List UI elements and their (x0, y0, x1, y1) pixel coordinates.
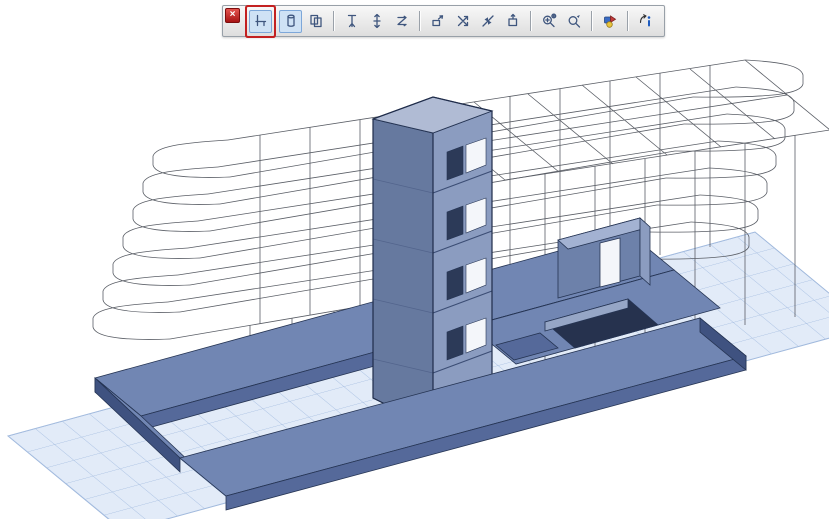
toolbar-separator (591, 11, 592, 31)
info-arrow-icon (638, 13, 654, 29)
magnifier-arrow-icon (566, 13, 582, 29)
column-tool-button[interactable] (279, 10, 302, 33)
toolbar-separator (627, 11, 628, 31)
red-highlight-box (247, 7, 274, 36)
core-wall-return (640, 218, 650, 285)
mirror-tool-button[interactable] (476, 10, 499, 33)
chair-icon (253, 13, 269, 29)
elevate-tool-button[interactable] (365, 10, 388, 33)
vertical-stretch-icon (369, 13, 385, 29)
render-palette-icon (602, 13, 618, 29)
floating-toolbar: × (222, 5, 665, 37)
toolbar-separator (419, 11, 420, 31)
tower-left-face (373, 119, 433, 428)
furniture-tool-button[interactable] (249, 10, 272, 33)
stretch-tool-button[interactable] (340, 10, 363, 33)
column-icon (283, 13, 299, 29)
pin-stretch-icon (344, 13, 360, 29)
copy-icon (308, 13, 324, 29)
application-window: × (0, 0, 829, 519)
crossed-arrows-icon (455, 13, 471, 29)
3d-model-view (0, 0, 829, 519)
close-button[interactable]: × (225, 8, 240, 23)
box-pin-icon (505, 13, 521, 29)
multiply-tool-button[interactable] (451, 10, 474, 33)
toolbar-separator (530, 11, 531, 31)
offset-tool-button[interactable] (426, 10, 449, 33)
drag-tool-button[interactable] (501, 10, 524, 33)
mirror-axis-icon (480, 13, 496, 29)
copy-button[interactable] (304, 10, 327, 33)
visualization-button[interactable] (598, 10, 621, 33)
magnifier-plus-icon (541, 13, 557, 29)
zoom-select-button[interactable] (562, 10, 585, 33)
core-wall-door-opening (600, 238, 620, 287)
tower (373, 97, 492, 428)
skew-icon (394, 13, 410, 29)
wireframe-right-slab-caps (639, 60, 803, 259)
wireframe-left-slab-caps (93, 140, 230, 339)
zoom-in-button[interactable] (537, 10, 560, 33)
offset-arrow-icon (430, 13, 446, 29)
element-info-button[interactable] (634, 10, 657, 33)
toolbar-separator (333, 11, 334, 31)
3d-viewport[interactable] (0, 0, 829, 519)
skew-tool-button[interactable] (390, 10, 413, 33)
